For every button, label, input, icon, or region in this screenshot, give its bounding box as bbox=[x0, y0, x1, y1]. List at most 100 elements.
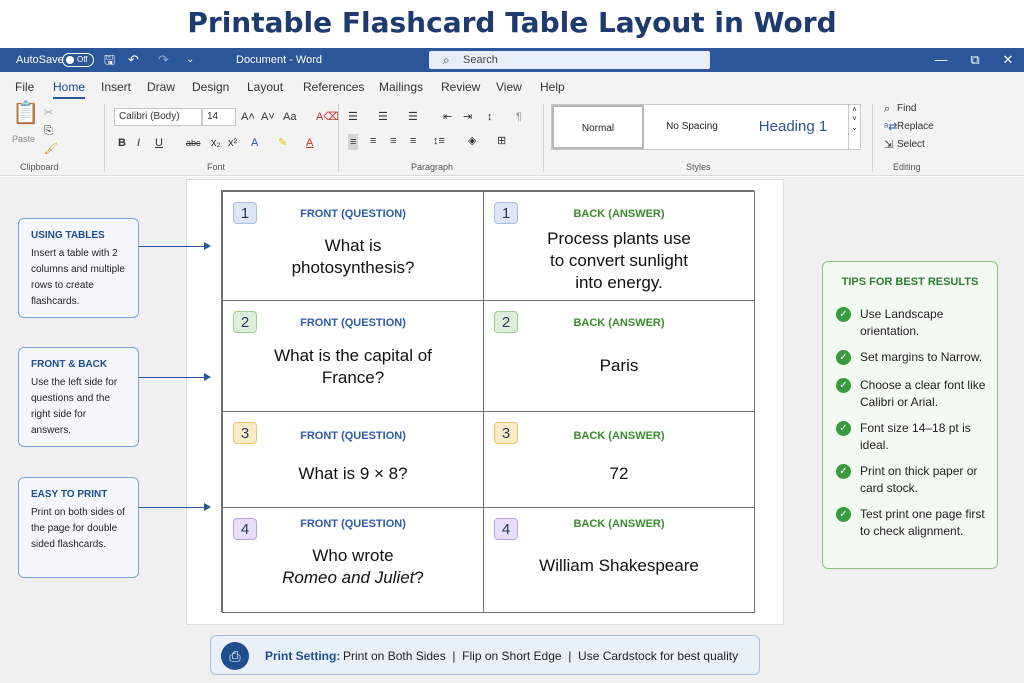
select-icon[interactable]: ⇲ bbox=[884, 138, 893, 152]
card-front-1[interactable]: 1 FRONT (QUESTION) What is photosynthesi… bbox=[222, 191, 484, 301]
paste-icon[interactable]: 📋 bbox=[12, 102, 39, 124]
show-marks-icon[interactable]: ¶ bbox=[516, 110, 522, 124]
search-placeholder: Search bbox=[463, 54, 498, 66]
customize-toolbar-icon[interactable]: ⌄ bbox=[186, 52, 194, 68]
card-back-3[interactable]: 3 BACK (ANSWER) 72 bbox=[483, 411, 755, 508]
back-label: BACK (ANSWER) bbox=[573, 208, 665, 220]
align-center-icon[interactable]: ≡ bbox=[370, 134, 376, 148]
tab-review[interactable]: Review bbox=[441, 80, 480, 94]
check-icon: ✓ bbox=[836, 464, 851, 479]
shading-icon[interactable]: ◈ bbox=[468, 134, 476, 148]
tab-mailings[interactable]: Mailings bbox=[379, 80, 423, 94]
search-input[interactable]: ⌕ Search bbox=[429, 51, 710, 69]
strikethrough-icon[interactable]: abc bbox=[186, 136, 201, 150]
print-setting-value: Print on Both Sides | Flip on Short Edge… bbox=[343, 649, 739, 663]
bullets-icon[interactable]: ☰ bbox=[348, 110, 358, 124]
autosave-toggle[interactable]: Off bbox=[62, 53, 94, 67]
tab-layout[interactable]: Layout bbox=[247, 80, 283, 94]
font-name-select[interactable]: Calibri (Body) bbox=[114, 108, 202, 126]
text-effects-icon[interactable]: A bbox=[251, 136, 258, 150]
multilevel-list-icon[interactable]: ☰ bbox=[408, 110, 418, 124]
check-icon: ✓ bbox=[836, 378, 851, 393]
tab-design[interactable]: Design bbox=[192, 80, 229, 94]
info-text: Print on both sides of the page for doub… bbox=[31, 507, 125, 550]
print-setting-bar: ⎙ Print Setting: Print on Both Sides | F… bbox=[210, 635, 760, 675]
increase-indent-icon[interactable]: ⇥ bbox=[463, 110, 472, 124]
minimize-icon[interactable]: — bbox=[931, 51, 951, 69]
tab-draw[interactable]: Draw bbox=[147, 80, 175, 94]
font-size-select[interactable]: 14 bbox=[202, 108, 236, 126]
style-normal[interactable]: Normal bbox=[552, 105, 644, 149]
arrow-icon bbox=[139, 503, 211, 511]
card-front-3[interactable]: 3 FRONT (QUESTION) What is 9 × 8? bbox=[222, 411, 484, 508]
card-question: What is photosynthesis? bbox=[291, 236, 415, 277]
grow-font-icon[interactable]: A˄ bbox=[241, 110, 255, 124]
styles-scroll[interactable]: ˄ ˅ ⌄ bbox=[848, 105, 860, 149]
numbering-icon[interactable]: ☰ bbox=[378, 110, 388, 124]
tab-view[interactable]: View bbox=[496, 80, 522, 94]
card-back-4[interactable]: 4 BACK (ANSWER) William Shakespeare bbox=[483, 507, 755, 613]
tip-text: Choose a clear font like Calibri or Aria… bbox=[860, 378, 986, 409]
tab-home[interactable]: Home bbox=[53, 80, 86, 99]
tip-text: Use Landscape orientation. bbox=[860, 307, 944, 338]
tab-references[interactable]: References bbox=[303, 80, 364, 94]
decrease-indent-icon[interactable]: ⇤ bbox=[443, 110, 452, 124]
check-icon: ✓ bbox=[836, 421, 851, 436]
editing-group-label: Editing bbox=[893, 162, 921, 172]
tab-insert[interactable]: Insert bbox=[101, 80, 131, 94]
align-right-icon[interactable]: ≡ bbox=[390, 134, 396, 148]
card-back-2[interactable]: 2 BACK (ANSWER) Paris bbox=[483, 300, 755, 412]
change-case-icon[interactable]: Aa bbox=[283, 110, 296, 124]
close-icon[interactable]: ✕ bbox=[998, 51, 1018, 69]
info-box-easy-to-print: EASY TO PRINT Print on both sides of the… bbox=[18, 477, 139, 578]
back-label: BACK (ANSWER) bbox=[573, 317, 665, 329]
sort-icon[interactable]: ↕ bbox=[487, 110, 493, 124]
front-label: FRONT (QUESTION) bbox=[300, 518, 406, 530]
card-front-4[interactable]: 4 FRONT (QUESTION) Who wrote Romeo and J… bbox=[222, 507, 484, 613]
info-title: EASY TO PRINT bbox=[31, 489, 108, 500]
find-button[interactable]: Find bbox=[897, 102, 916, 116]
italic-icon[interactable]: I bbox=[137, 136, 140, 150]
cut-icon[interactable]: ✂ bbox=[44, 106, 53, 120]
tip-text: Set margins to Narrow. bbox=[860, 350, 983, 364]
card-question: Who wrote Romeo and Juliet? bbox=[233, 545, 473, 589]
tips-box: TIPS FOR BEST RESULTS ✓ Use Landscape or… bbox=[822, 261, 998, 569]
line-spacing-icon[interactable]: ↕≡ bbox=[433, 134, 445, 148]
highlight-icon[interactable]: ✎ bbox=[278, 136, 287, 150]
find-icon[interactable]: ⌕ bbox=[884, 102, 890, 116]
autosave-label: AutoSave bbox=[16, 54, 64, 66]
card-front-2[interactable]: 2 FRONT (QUESTION) What is the capital o… bbox=[222, 300, 484, 412]
info-box-using-tables: USING TABLES Insert a table with 2 colum… bbox=[18, 218, 139, 318]
clear-formatting-icon[interactable]: A⌫ bbox=[316, 110, 339, 124]
underline-icon[interactable]: U bbox=[155, 136, 163, 150]
redo-icon[interactable]: ↷ bbox=[158, 52, 169, 68]
copy-icon[interactable]: ⎘ bbox=[44, 124, 53, 138]
flashcard-table: 1 FRONT (QUESTION) What is photosynthesi… bbox=[221, 190, 755, 613]
justify-icon[interactable]: ≡ bbox=[410, 134, 416, 148]
save-icon[interactable]: 🖫 bbox=[104, 52, 115, 68]
card-back-1[interactable]: 1 BACK (ANSWER) Process plants use to co… bbox=[483, 191, 755, 301]
tab-help[interactable]: Help bbox=[540, 80, 565, 94]
undo-icon[interactable]: ↶ bbox=[128, 52, 139, 68]
format-painter-icon[interactable]: 🖌 bbox=[44, 142, 58, 156]
style-heading1[interactable]: Heading 1 bbox=[738, 105, 848, 149]
bold-icon[interactable]: B bbox=[118, 136, 126, 150]
align-left-icon[interactable]: ≡ bbox=[348, 134, 359, 150]
replace-button[interactable]: Replace bbox=[897, 120, 934, 134]
style-no-spacing[interactable]: No Spacing bbox=[646, 105, 738, 149]
tips-title: TIPS FOR BEST RESULTS bbox=[841, 276, 979, 288]
tab-file[interactable]: File bbox=[15, 80, 34, 94]
check-icon: ✓ bbox=[836, 307, 851, 322]
font-color-icon[interactable]: A bbox=[306, 136, 313, 150]
book-title: Romeo and Juliet bbox=[282, 568, 415, 587]
select-button[interactable]: Select bbox=[897, 138, 925, 152]
paste-label: Paste bbox=[12, 134, 36, 144]
printer-icon: ⎙ bbox=[221, 642, 249, 670]
subscript-icon[interactable]: x₂ bbox=[211, 136, 221, 150]
restore-icon[interactable]: ⧉ bbox=[965, 51, 985, 69]
superscript-icon[interactable]: x² bbox=[228, 136, 237, 150]
replace-icon[interactable]: ᵃ⇄ bbox=[884, 120, 897, 134]
shrink-font-icon[interactable]: A˅ bbox=[261, 110, 275, 124]
info-box-front-back: FRONT & BACK Use the left side for quest… bbox=[18, 347, 139, 447]
borders-icon[interactable]: ⊞ bbox=[497, 134, 506, 148]
